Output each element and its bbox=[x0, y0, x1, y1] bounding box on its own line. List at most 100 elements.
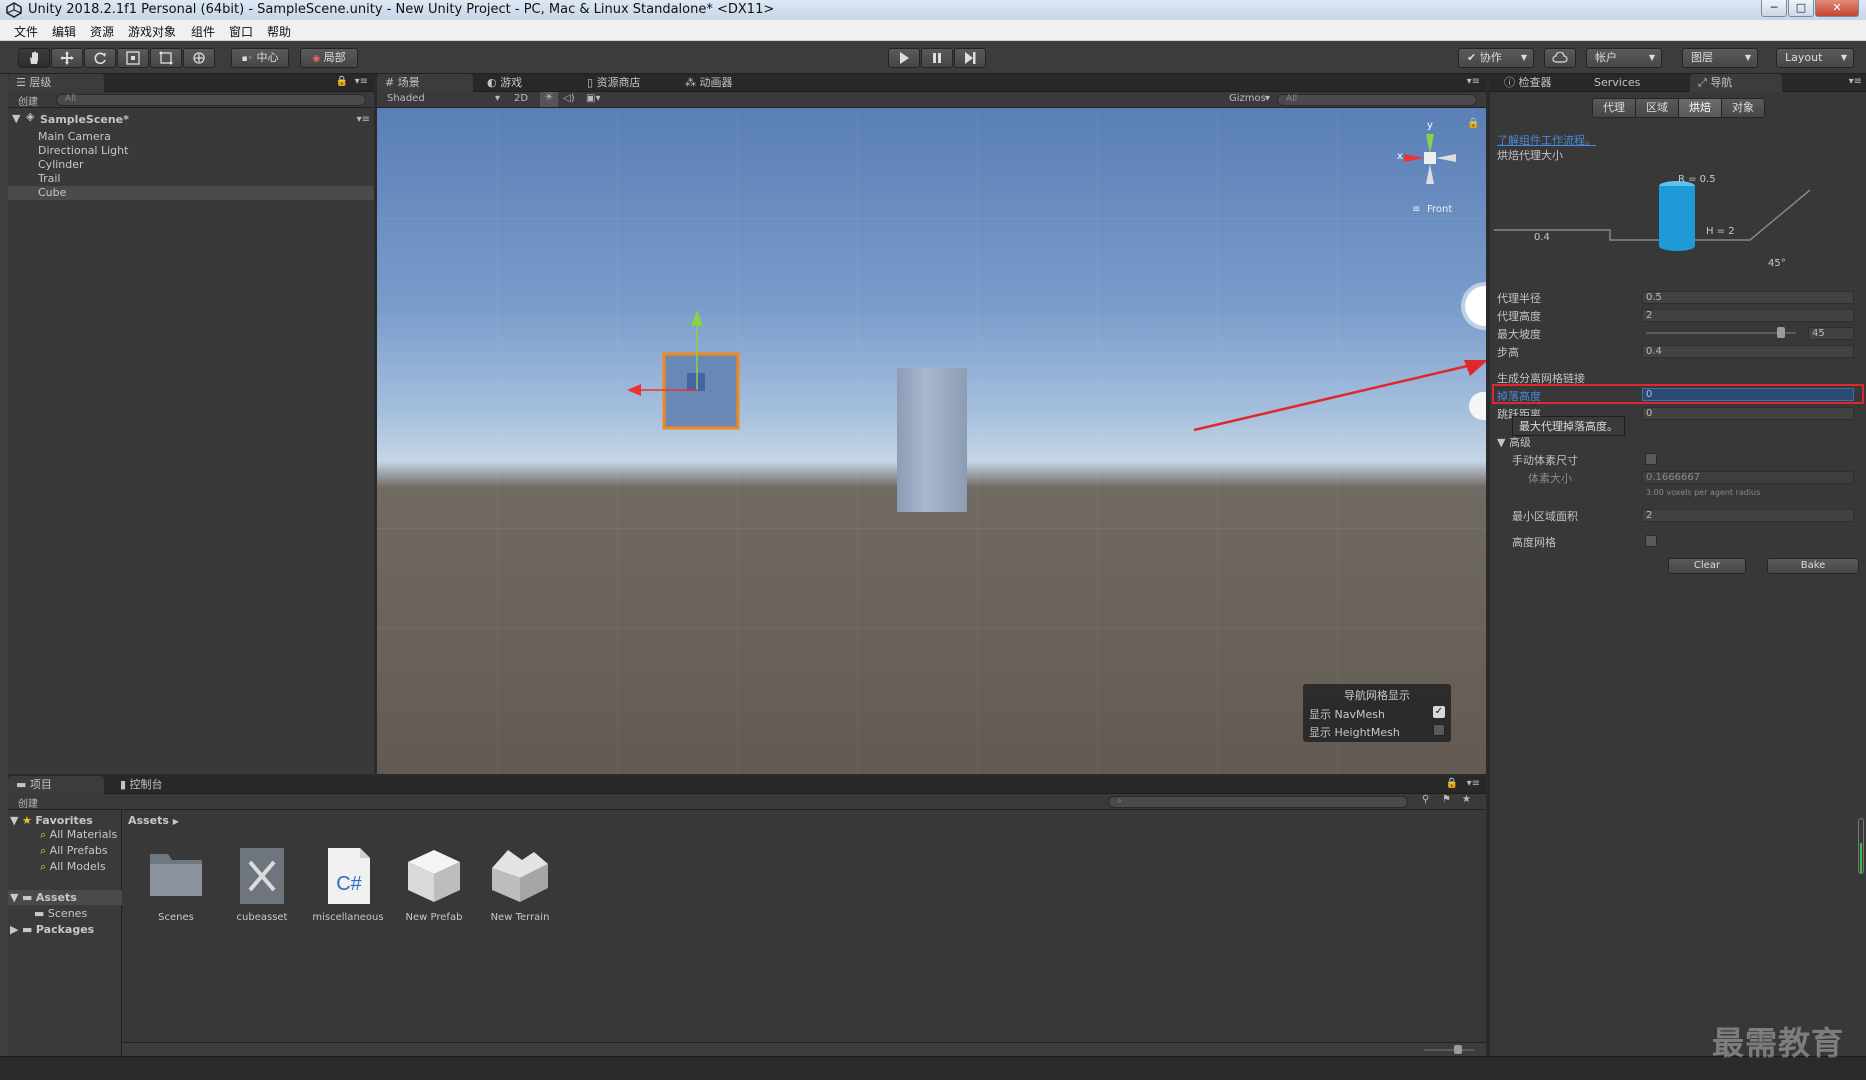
filter-type-icon[interactable]: ⚲ bbox=[1422, 794, 1429, 805]
gizmos-dropdown[interactable]: Gizmos bbox=[1229, 93, 1266, 104]
tab-asset-store[interactable]: ▯ 资源商店 bbox=[579, 74, 649, 92]
assets-node[interactable]: ▼ ▬ Assets bbox=[10, 891, 77, 904]
view-name[interactable]: Front bbox=[1427, 204, 1452, 215]
advanced-foldout[interactable]: ▼ 高级 bbox=[1497, 434, 1531, 450]
show-heightmesh-checkbox[interactable] bbox=[1433, 724, 1445, 736]
account-dropdown[interactable]: 帐户 ▼ bbox=[1586, 48, 1662, 68]
close-button[interactable]: ✕ bbox=[1815, 0, 1859, 17]
subtab-object[interactable]: 对象 bbox=[1721, 98, 1765, 118]
panel-menu-icon[interactable]: ▾≡ bbox=[1849, 76, 1862, 87]
hierarchy-item[interactable]: Cylinder bbox=[38, 158, 84, 171]
hierarchy-item[interactable]: Main Camera bbox=[38, 130, 111, 143]
transform-tool-button[interactable] bbox=[183, 48, 215, 68]
scale-tool-button[interactable] bbox=[117, 48, 149, 68]
hierarchy-item[interactable]: Trail bbox=[38, 172, 60, 185]
tab-navigation[interactable]: ⤢ 导航 bbox=[1690, 74, 1782, 92]
menu-component[interactable]: 组件 bbox=[191, 23, 215, 40]
pillar-object[interactable] bbox=[897, 368, 967, 512]
hierarchy-item[interactable]: Directional Light bbox=[38, 144, 128, 157]
scene-lock-icon[interactable]: 🔒 bbox=[1467, 118, 1479, 129]
subtab-agents[interactable]: 代理 bbox=[1592, 98, 1636, 118]
view-menu-icon[interactable]: ≡ bbox=[1412, 204, 1420, 215]
menu-file[interactable]: 文件 bbox=[14, 23, 38, 40]
max-slope-slider-track[interactable] bbox=[1646, 332, 1796, 334]
icon-size-slider-thumb[interactable] bbox=[1454, 1045, 1462, 1054]
move-tool-button[interactable] bbox=[51, 48, 83, 68]
step-height-field[interactable]: 0.4 bbox=[1642, 345, 1854, 358]
panel-menu-icon[interactable]: ▾≡ bbox=[1467, 778, 1480, 789]
favorites-node[interactable]: ▼ ★ Favorites bbox=[10, 814, 93, 827]
min-region-field[interactable]: 2 bbox=[1642, 509, 1854, 522]
layers-dropdown[interactable]: 图层 ▼ bbox=[1682, 48, 1758, 68]
max-slope-field[interactable]: 45 bbox=[1808, 327, 1854, 340]
workflow-link[interactable]: 了解组件工作流程。 bbox=[1497, 132, 1596, 148]
star-icon[interactable]: ★ bbox=[1462, 794, 1471, 805]
asset-item[interactable]: cubeasset bbox=[222, 846, 302, 923]
create-dropdown[interactable]: 创建 bbox=[18, 795, 38, 810]
panel-menu-icon[interactable]: ▾≡ bbox=[1467, 76, 1480, 87]
scene-viewport[interactable]: y x 🔒 ≡ Front 导航网格显示 显示 NavMesh ✓ 显示 Hei… bbox=[377, 108, 1486, 774]
maximize-button[interactable]: □ bbox=[1788, 0, 1814, 17]
mode-2d-toggle[interactable]: 2D bbox=[514, 93, 528, 104]
favorite-item[interactable]: ⌕ All Models bbox=[40, 860, 106, 874]
asset-item[interactable]: New Prefab bbox=[394, 846, 474, 923]
tab-game[interactable]: ◐ 游戏 bbox=[479, 74, 530, 92]
selected-cube-object[interactable] bbox=[627, 308, 767, 438]
lock-icon[interactable]: 🔒 bbox=[336, 76, 348, 87]
tab-scene[interactable]: # 场景 bbox=[377, 74, 473, 92]
cloud-button[interactable] bbox=[1544, 48, 1576, 68]
play-button[interactable] bbox=[888, 48, 920, 68]
panel-menu-icon[interactable]: ▾≡ bbox=[355, 76, 368, 87]
breadcrumb[interactable]: Assets ▶ bbox=[128, 814, 179, 827]
rotate-tool-button[interactable] bbox=[84, 48, 116, 68]
menu-window[interactable]: 窗口 bbox=[229, 23, 253, 40]
tab-animator[interactable]: ⁂ 动画器 bbox=[677, 74, 741, 92]
packages-node[interactable]: ▶ ▬ Packages bbox=[10, 923, 94, 936]
subtab-areas[interactable]: 区域 bbox=[1635, 98, 1679, 118]
menu-edit[interactable]: 编辑 bbox=[52, 23, 76, 40]
agent-height-field[interactable]: 2 bbox=[1642, 309, 1854, 322]
create-dropdown[interactable]: 创建 bbox=[18, 93, 38, 108]
scene-search-input[interactable]: All bbox=[1277, 94, 1477, 106]
rect-tool-button[interactable] bbox=[150, 48, 182, 68]
hierarchy-item-selected[interactable]: Cube bbox=[38, 186, 66, 199]
favorite-item[interactable]: ⌕ All Materials bbox=[40, 828, 117, 842]
tab-console[interactable]: ▮ 控制台 bbox=[112, 776, 171, 794]
scene-menu-icon[interactable]: ▾≡ bbox=[357, 114, 370, 125]
jump-distance-field[interactable]: 0 bbox=[1642, 407, 1854, 420]
scrollbar[interactable] bbox=[1858, 818, 1864, 874]
manual-voxel-checkbox[interactable] bbox=[1645, 453, 1657, 465]
subtab-bake[interactable]: 烘焙 bbox=[1678, 98, 1722, 118]
tab-inspector[interactable]: ⓘ 检查器 bbox=[1496, 74, 1560, 92]
filter-label-icon[interactable]: ⚑ bbox=[1442, 794, 1451, 805]
hierarchy-search-input[interactable]: All bbox=[56, 94, 366, 106]
max-slope-slider-thumb[interactable] bbox=[1777, 327, 1785, 338]
menu-assets[interactable]: 资源 bbox=[90, 23, 114, 40]
bake-button[interactable]: Bake bbox=[1767, 558, 1859, 574]
pivot-toggle-button[interactable]: ▪◦ 中心 bbox=[231, 48, 289, 68]
icon-size-slider[interactable] bbox=[1424, 1049, 1474, 1051]
tab-hierarchy[interactable]: ☰ 层级 bbox=[8, 74, 104, 92]
tab-project[interactable]: ▬ 项目 bbox=[8, 776, 104, 794]
audio-toggle-icon[interactable]: ◁) bbox=[563, 93, 575, 104]
layout-dropdown[interactable]: Layout ▼ bbox=[1776, 48, 1854, 68]
scroll-thumb[interactable] bbox=[1860, 843, 1862, 873]
clear-button[interactable]: Clear bbox=[1668, 558, 1746, 574]
pause-button[interactable] bbox=[921, 48, 953, 68]
effects-toggle-icon[interactable]: ▣▾ bbox=[586, 93, 600, 104]
show-navmesh-checkbox[interactable]: ✓ bbox=[1433, 706, 1445, 718]
favorite-item[interactable]: ⌕ All Prefabs bbox=[40, 844, 108, 858]
drop-height-field[interactable]: 0 bbox=[1642, 388, 1854, 401]
lighting-toggle-icon[interactable]: ☀ bbox=[540, 92, 558, 107]
height-mesh-checkbox[interactable] bbox=[1645, 535, 1657, 547]
asset-item[interactable]: C# miscellaneous bbox=[308, 846, 388, 923]
step-button[interactable] bbox=[954, 48, 986, 68]
menu-gameobject[interactable]: 游戏对象 bbox=[128, 23, 176, 40]
menu-help[interactable]: 帮助 bbox=[267, 23, 291, 40]
asset-item[interactable]: New Terrain bbox=[480, 846, 560, 923]
tab-services[interactable]: Services bbox=[1586, 74, 1648, 92]
hand-tool-button[interactable] bbox=[18, 48, 50, 68]
lock-icon[interactable]: 🔒 bbox=[1446, 778, 1458, 789]
space-toggle-button[interactable]: ◉ 局部 bbox=[300, 48, 358, 68]
folder-node[interactable]: ▬ Scenes bbox=[34, 907, 87, 920]
